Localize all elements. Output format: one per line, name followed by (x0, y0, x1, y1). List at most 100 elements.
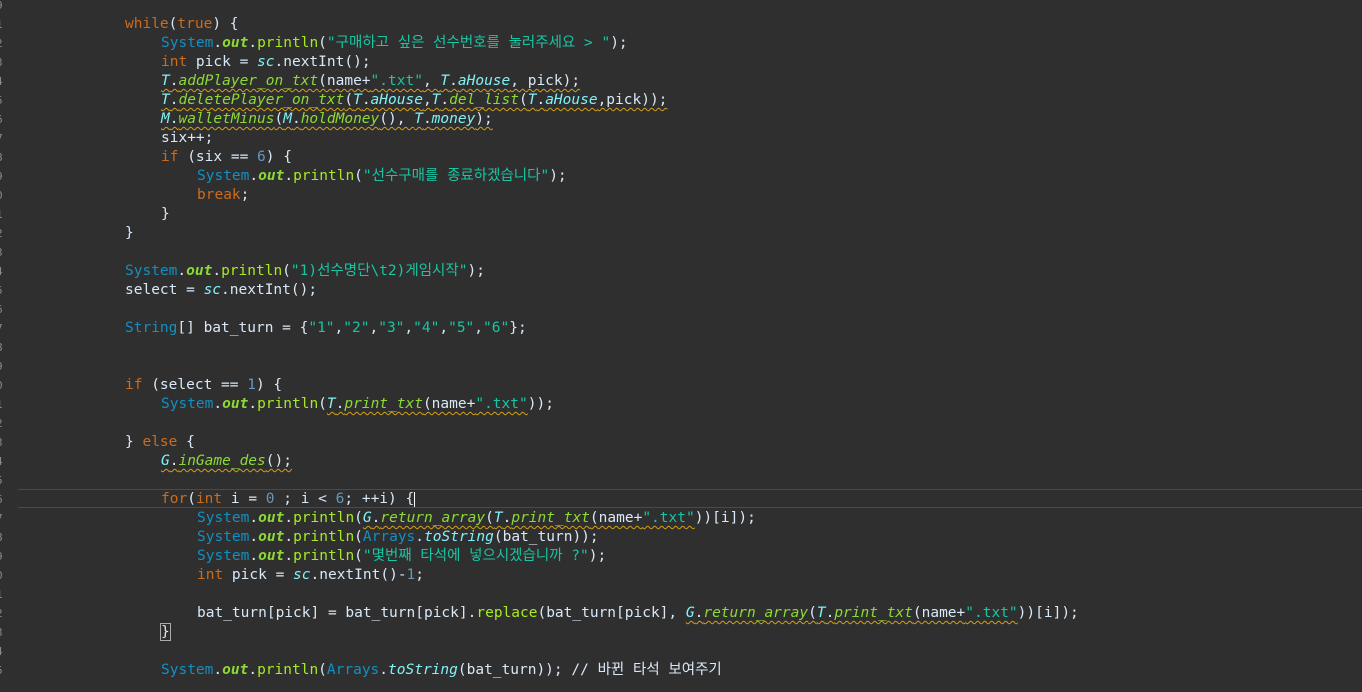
line-number: 6 (0, 110, 3, 129)
class-system: System (197, 510, 250, 526)
code-punct: } (125, 225, 134, 241)
number-literal: 0 (265, 491, 275, 507)
number-literal: 1 (247, 377, 256, 393)
line-number: 8 (0, 148, 3, 167)
string-literal: "구매하고 싶은 선수번호를 눌러주세요 > " (326, 35, 611, 51)
method-println: println (293, 548, 355, 564)
line-number: 4 (0, 642, 3, 661)
code-line-deleteplayer[interactable]: T.deletePlayer_on_txt(T.aHouse,T.del_lis… (161, 91, 667, 110)
line-number: 9 (0, 547, 3, 566)
code-punct: ( (354, 510, 363, 526)
code-line-int-pick[interactable]: int pick = sc.nextInt(); (161, 53, 371, 72)
code-line-break[interactable]: break; (197, 186, 249, 205)
code-line-if-select[interactable]: if (select == 1) { (125, 376, 282, 395)
code-punct: . (249, 529, 259, 545)
method-addplayer-on-txt: addPlayer_on_txt (178, 73, 319, 89)
code-punct: ( (518, 92, 528, 108)
class-system: System (161, 35, 214, 51)
class-t: T (493, 510, 503, 526)
code-punct: . (284, 510, 294, 526)
line-number: 0 (0, 566, 3, 585)
method-println: println (293, 510, 355, 526)
code-punct: . (284, 548, 294, 564)
method-print-txt: print_txt (511, 510, 590, 526)
code-punct: } (161, 206, 170, 222)
line-number: 5 (0, 661, 3, 680)
code-editor[interactable]: 912345678901234567890123456789012345 whi… (0, 0, 1362, 692)
code-line-if-six[interactable]: if (six == 6) { (161, 148, 292, 167)
line-number: 5 (0, 471, 3, 490)
code-punct: } (125, 434, 143, 450)
method-print-txt: print_txt (834, 605, 913, 621)
class-t: T (440, 73, 450, 89)
variable-sc: sc (293, 567, 311, 583)
code-text: (name+ (912, 605, 966, 621)
code-line-select[interactable]: select = sc.nextInt(); (125, 281, 317, 300)
line-number: 1 (0, 395, 3, 414)
string-literal: ".txt" (475, 396, 528, 412)
code-line-else[interactable]: } else { (125, 433, 195, 452)
string-literal: "1" (308, 320, 335, 336)
field-out: out (222, 35, 249, 51)
code-line-addplayer[interactable]: T.addPlayer_on_txt(name+".txt", T.aHouse… (161, 72, 580, 91)
code-line-println-return-array[interactable]: System.out.println(G.return_array(T.prin… (197, 509, 756, 528)
code-punct: ))[i]); (694, 510, 756, 526)
line-number: 2 (0, 224, 3, 243)
code-line-println-print-txt[interactable]: System.out.println(T.print_txt(name+".tx… (161, 395, 554, 414)
code-line-println-arrays-comment[interactable]: System.out.println(Arrays.toString(bat_t… (161, 661, 722, 680)
code-text: (six == (178, 149, 258, 165)
code-punct: , (334, 320, 344, 336)
code-line-close-if[interactable]: } (161, 205, 170, 224)
code-line-println-buy[interactable]: System.out.println("구매하고 싶은 선수번호를 눌러주세요 … (161, 34, 628, 53)
class-m: M (161, 111, 170, 127)
class-system: System (197, 529, 250, 545)
code-punct: . (248, 662, 258, 678)
code-line-println-menu[interactable]: System.out.println("1)선수명단\t2)게임시작"); (125, 262, 485, 281)
code-punct: ( (354, 168, 363, 184)
code-line-for-current[interactable]: for(int i = 0 ; i < 6; ++i) { (18, 489, 1362, 508)
line-number: 4 (0, 72, 3, 91)
code-punct: ))[i]); (1017, 605, 1079, 621)
code-line-println-which-slot[interactable]: System.out.println("몇번째 타석에 넣으시겠습니까 ?"); (197, 547, 606, 566)
code-line-println-end[interactable]: System.out.println("선수구매를 종료하겠습니다"); (197, 167, 567, 186)
field-out: out (258, 510, 285, 526)
code-line-bat-turn[interactable]: String[] bat_turn = {"1","2","3","4","5"… (125, 319, 527, 338)
line-number: 5 (0, 281, 3, 300)
code-line-println-arrays[interactable]: System.out.println(Arrays.toString(bat_t… (197, 528, 599, 547)
line-number: 2 (0, 34, 3, 53)
code-line-ingame-des[interactable]: G.inGame_des(); (161, 452, 292, 471)
code-punct: ) { (265, 149, 292, 165)
line-number: 2 (0, 414, 3, 433)
method-println: println (257, 396, 319, 412)
method-tostring: toString (424, 529, 494, 545)
class-t: T (353, 92, 362, 108)
string-literal: "3" (378, 320, 405, 336)
code-punct: . (825, 605, 835, 621)
code-line-bat-turn-replace[interactable]: bat_turn[pick] = bat_turn[pick].replace(… (197, 604, 1079, 623)
code-punct: ) { (255, 377, 283, 393)
string-literal: ".txt" (642, 510, 695, 526)
method-print-txt: print_txt (344, 396, 423, 412)
code-punct: ) { (212, 16, 239, 32)
class-system: System (197, 168, 250, 184)
code-text: (bat_turn)); (457, 662, 572, 678)
code-line-six-increment[interactable]: six++; (161, 129, 213, 148)
line-number: 6 (0, 490, 3, 509)
code-line-while[interactable]: while(true) { (125, 15, 239, 34)
code-punct: )); (527, 396, 554, 412)
keyword-else: else (142, 434, 178, 450)
code-punct: . (213, 662, 223, 678)
method-println: println (293, 529, 355, 545)
code-punct: . (248, 396, 258, 412)
class-string: String (125, 320, 178, 336)
code-line-walletminus[interactable]: M.walletMinus(M.holdMoney(), T.money); (161, 110, 493, 129)
code-line-close-while[interactable]: } (125, 224, 134, 243)
keyword-true: true (177, 16, 213, 32)
line-number: 9 (0, 167, 3, 186)
code-line-close-for[interactable]: } (160, 623, 171, 642)
code-line-int-pick-2[interactable]: int pick = sc.nextInt()-1; (197, 566, 424, 585)
string-literal: "몇번째 타석에 넣으시겠습니까 ?" (362, 548, 589, 564)
code-text: (select == (142, 377, 248, 393)
code-punct: . (284, 529, 294, 545)
class-t: T (326, 396, 336, 412)
